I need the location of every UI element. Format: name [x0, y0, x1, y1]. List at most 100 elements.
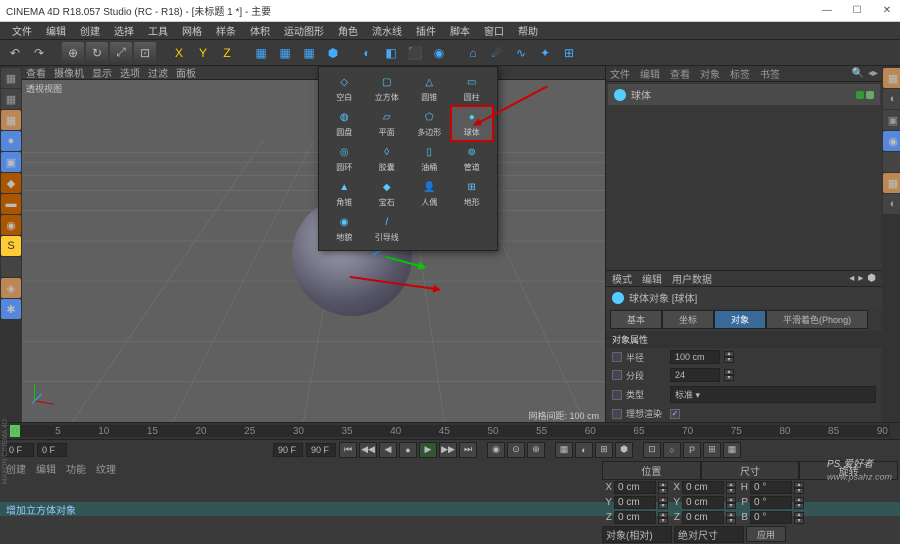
- primitive-地形[interactable]: ⊞地形: [451, 176, 494, 211]
- right-tool-1[interactable]: ◐: [883, 89, 900, 109]
- toolbar-btn-18[interactable]: ◧: [380, 42, 402, 64]
- left-tool-7[interactable]: ◉: [1, 215, 21, 235]
- menu-创建[interactable]: 创建: [74, 22, 106, 39]
- transport-btn-10[interactable]: ⊕: [527, 442, 545, 458]
- primitive-油桶[interactable]: ▯油桶: [408, 141, 451, 176]
- toolbar-btn-10[interactable]: Z: [216, 42, 238, 64]
- nav-back-icon[interactable]: ◂: [849, 273, 854, 284]
- primitive-立方体[interactable]: ▢立方体: [366, 71, 409, 106]
- transport-btn-9[interactable]: ⊙: [507, 442, 525, 458]
- apply-button[interactable]: 应用: [746, 526, 786, 542]
- view-menu-面板[interactable]: 面板: [176, 66, 196, 80]
- attr-tab-坐标[interactable]: 坐标: [662, 310, 714, 329]
- maximize-button[interactable]: ☐: [850, 5, 864, 16]
- attr-menu-编辑[interactable]: 编辑: [642, 271, 662, 286]
- right-tool-5[interactable]: ▦: [883, 173, 900, 193]
- primitive-地貌[interactable]: ◉地貌: [323, 211, 366, 246]
- toolbar-btn-17[interactable]: ◐: [356, 42, 378, 64]
- objmgr-menu-编辑[interactable]: 编辑: [640, 66, 660, 81]
- size-X-field[interactable]: 0 cm: [682, 481, 724, 494]
- right-tool-0[interactable]: ▦: [883, 68, 900, 88]
- left-tool-5[interactable]: ◆: [1, 173, 21, 193]
- menu-网格[interactable]: 网格: [176, 22, 208, 39]
- menu-角色[interactable]: 角色: [332, 22, 364, 39]
- menu-流水线[interactable]: 流水线: [366, 22, 408, 39]
- transport-btn-20[interactable]: ⊞: [703, 442, 721, 458]
- primitive-圆盘[interactable]: ◍圆盘: [323, 106, 366, 141]
- attr-menu-模式[interactable]: 模式: [612, 271, 632, 286]
- prop-enable-checkbox[interactable]: [612, 370, 622, 380]
- primitive-圆锥[interactable]: △圆锥: [408, 71, 451, 106]
- menu-工具[interactable]: 工具: [142, 22, 174, 39]
- material-menu-编辑[interactable]: 编辑: [36, 461, 56, 476]
- menu-运动图形[interactable]: 运动图形: [278, 22, 330, 39]
- left-tool-4[interactable]: ▣: [1, 152, 21, 172]
- toolbar-btn-5[interactable]: ⤢: [110, 42, 132, 64]
- right-tool-3[interactable]: ◉: [883, 131, 900, 151]
- spin-down-icon[interactable]: ▾: [724, 357, 734, 363]
- objmgr-menu-查看[interactable]: 查看: [670, 66, 690, 81]
- size-Z-field[interactable]: 0 cm: [682, 511, 724, 524]
- view-menu-查看[interactable]: 查看: [26, 66, 46, 80]
- visibility-dot-icon[interactable]: [856, 91, 864, 99]
- toolbar-btn-26[interactable]: ⊞: [558, 42, 580, 64]
- view-menu-选项[interactable]: 选项: [120, 66, 140, 80]
- toolbar-btn-15[interactable]: ⬢: [322, 42, 344, 64]
- transport-btn-15[interactable]: ⬢: [615, 442, 633, 458]
- view-menu-摄像机[interactable]: 摄像机: [54, 66, 84, 80]
- transport-btn-18[interactable]: ○: [663, 442, 681, 458]
- end-frame-field[interactable]: 90 F: [273, 443, 303, 457]
- left-tool-0[interactable]: ▦: [1, 68, 21, 88]
- objmgr-menu-书签[interactable]: 书签: [760, 66, 780, 81]
- menu-插件[interactable]: 插件: [410, 22, 442, 39]
- object-tags[interactable]: [856, 91, 874, 99]
- left-tool-6[interactable]: ▬: [1, 194, 21, 214]
- objmgr-menu-标签[interactable]: 标签: [730, 66, 750, 81]
- left-tool-10[interactable]: ◈: [1, 278, 21, 298]
- prop-checkbox[interactable]: ✓: [670, 409, 680, 419]
- current-frame-field[interactable]: 0 F: [37, 443, 67, 457]
- spin-down-icon[interactable]: ▾: [724, 375, 734, 381]
- primitive-平面[interactable]: ▱平面: [366, 106, 409, 141]
- arrow-icon[interactable]: ◂▸: [868, 68, 878, 79]
- nav-fwd-icon[interactable]: ▸: [858, 273, 863, 284]
- transport-btn-17[interactable]: ⊡: [643, 442, 661, 458]
- transport-btn-3[interactable]: ●: [399, 442, 417, 458]
- toolbar-btn-13[interactable]: ▦: [274, 42, 296, 64]
- rot-Y-field[interactable]: 0 °: [750, 496, 792, 509]
- search-icon[interactable]: 🔍: [852, 68, 864, 79]
- right-tool-4[interactable]: [883, 152, 900, 172]
- left-tool-9[interactable]: [1, 257, 21, 277]
- transport-btn-5[interactable]: ▶▶: [439, 442, 457, 458]
- left-tool-3[interactable]: ●: [1, 131, 21, 151]
- attr-menu-用户数据[interactable]: 用户数据: [672, 271, 712, 286]
- transport-btn-14[interactable]: ⊞: [595, 442, 613, 458]
- transport-btn-0[interactable]: ⏮: [339, 442, 357, 458]
- transport-btn-13[interactable]: ◐: [575, 442, 593, 458]
- transport-btn-8[interactable]: ◉: [487, 442, 505, 458]
- transport-btn-1[interactable]: ◀◀: [359, 442, 377, 458]
- primitive-圆环[interactable]: ◎圆环: [323, 141, 366, 176]
- toolbar-btn-24[interactable]: ∿: [510, 42, 532, 64]
- primitive-空白[interactable]: ◇空白: [323, 71, 366, 106]
- toolbar-btn-3[interactable]: ⊕: [62, 42, 84, 64]
- toolbar-btn-8[interactable]: X: [168, 42, 190, 64]
- transport-btn-2[interactable]: ◀: [379, 442, 397, 458]
- attr-tab-基本[interactable]: 基本: [610, 310, 662, 329]
- timeline-track[interactable]: 051015202530354045505560657075808590: [10, 425, 890, 437]
- toolbar-btn-25[interactable]: ✦: [534, 42, 556, 64]
- material-menu-功能[interactable]: 功能: [66, 461, 86, 476]
- toolbar-btn-22[interactable]: ⌂: [462, 42, 484, 64]
- menu-样条[interactable]: 样条: [210, 22, 242, 39]
- view-menu-过滤[interactable]: 过滤: [148, 66, 168, 80]
- pos-X-field[interactable]: 0 cm: [614, 481, 656, 494]
- left-tool-1[interactable]: ▦: [1, 89, 21, 109]
- material-menu-纹理[interactable]: 纹理: [96, 461, 116, 476]
- transport-btn-4[interactable]: ▶: [419, 442, 437, 458]
- menu-脚本[interactable]: 脚本: [444, 22, 476, 39]
- toolbar-btn-0[interactable]: ↶: [4, 42, 26, 64]
- toolbar-btn-9[interactable]: Y: [192, 42, 214, 64]
- primitive-圆柱[interactable]: ▭圆柱: [451, 71, 494, 106]
- transport-btn-19[interactable]: P: [683, 442, 701, 458]
- range-end-field[interactable]: 90 F: [306, 443, 336, 457]
